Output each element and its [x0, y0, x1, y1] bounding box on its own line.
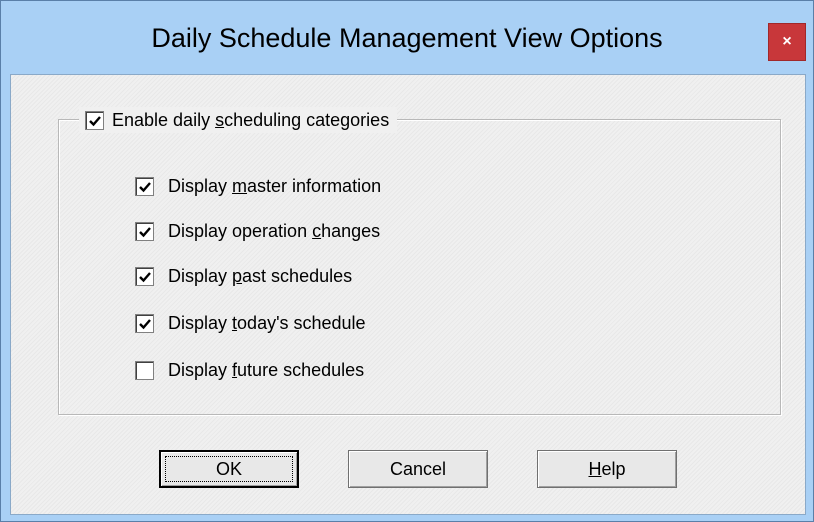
display-future-schedules-box[interactable] — [135, 360, 154, 380]
enable-scheduling-label: Enable daily scheduling categories — [112, 109, 390, 130]
close-button[interactable]: × — [768, 23, 806, 61]
close-icon: × — [782, 33, 792, 50]
display-past-schedules-label: Display past schedules — [168, 265, 353, 286]
display-master-information-box[interactable] — [135, 176, 154, 196]
dialog-title: Daily Schedule Management View Options — [151, 23, 663, 53]
help-button[interactable]: Help — [537, 450, 677, 488]
display-past-schedules-box[interactable] — [135, 266, 154, 286]
display-future-schedules-checkbox[interactable]: Display future schedules — [135, 357, 364, 383]
checkmark-icon — [139, 318, 151, 329]
checkmark-icon — [139, 226, 151, 237]
focus-rectangle — [165, 456, 293, 482]
display-operation-changes-label: Display operation changes — [168, 220, 381, 241]
display-todays-schedule-checkbox[interactable]: Display today's schedule — [135, 310, 366, 336]
help-button-label: Help — [588, 458, 626, 479]
dialog-window: Daily Schedule Management View Options ×… — [0, 0, 814, 522]
display-master-information-label: Display master information — [168, 175, 382, 196]
display-future-schedules-label: Display future schedules — [168, 359, 365, 380]
ok-button[interactable]: OK — [159, 450, 299, 488]
checkmark-icon — [139, 181, 151, 192]
checkmark-icon — [139, 271, 151, 282]
checkmark-icon — [89, 115, 101, 126]
display-operation-changes-box[interactable] — [135, 221, 154, 241]
enable-scheduling-checkbox[interactable]: Enable daily scheduling categories — [79, 107, 398, 133]
dialog-client-area: Enable daily scheduling categories Displ… — [10, 74, 806, 515]
cancel-button[interactable]: Cancel — [348, 450, 488, 488]
display-todays-schedule-label: Display today's schedule — [168, 312, 366, 333]
display-master-information-checkbox[interactable]: Display master information — [135, 173, 381, 199]
display-todays-schedule-box[interactable] — [135, 313, 154, 333]
cancel-button-label: Cancel — [389, 458, 447, 479]
display-operation-changes-checkbox[interactable]: Display operation changes — [135, 218, 380, 244]
enable-scheduling-checkbox-box[interactable] — [85, 110, 104, 130]
display-past-schedules-checkbox[interactable]: Display past schedules — [135, 263, 352, 289]
